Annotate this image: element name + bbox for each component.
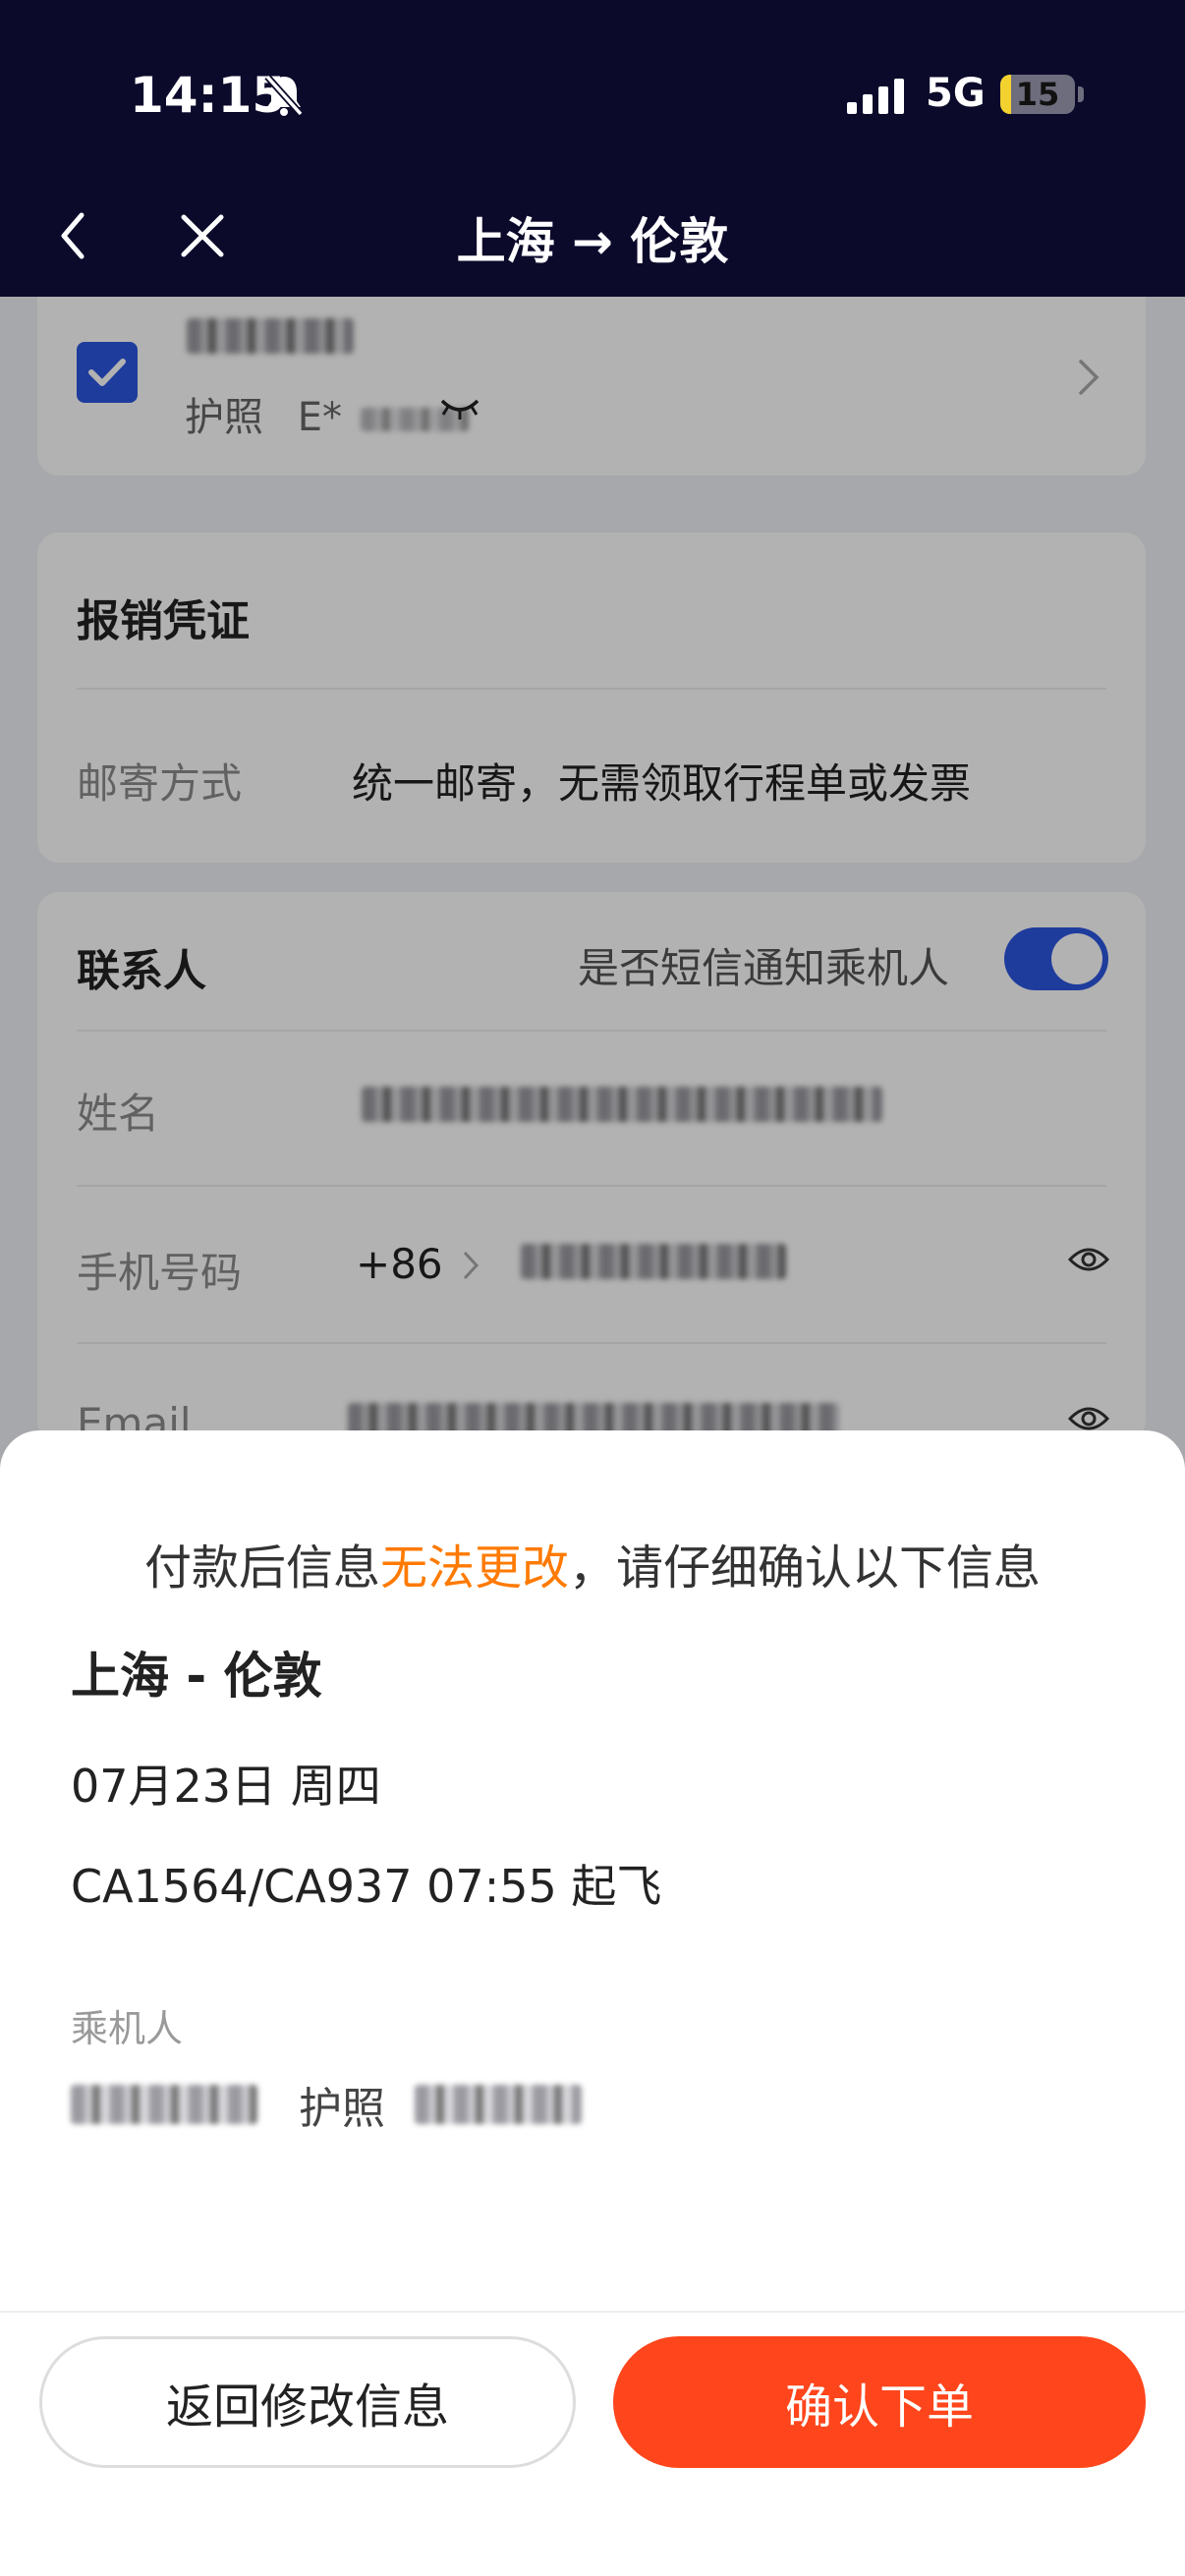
passenger-doc-type: 护照 (299, 2084, 385, 2134)
nav-bar: 上海 → 伦敦 (0, 177, 1185, 297)
confirm-order-button[interactable]: 确认下单 (613, 2336, 1146, 2468)
divider (0, 2311, 1185, 2313)
battery-level: 15 (1015, 76, 1060, 113)
signal-icon (847, 79, 904, 114)
warning-highlight: 无法更改 (379, 1540, 569, 1596)
passenger-doc-redacted (415, 2085, 582, 2124)
passenger-row: 护照 (71, 2073, 582, 2136)
warning-prefix: 付款后信息 (143, 1540, 380, 1596)
page-title: 上海 → 伦敦 (456, 213, 729, 270)
battery-tip (1078, 86, 1084, 102)
passenger-label: 乘机人 (71, 2007, 184, 2050)
flight-date: 07月23日 周四 (71, 1760, 381, 1813)
flight-info: CA1564/CA937 07:55 起飞 (71, 1860, 662, 1913)
confirm-sheet: 付款后信息无法更改，请仔细确认以下信息 上海 - 伦敦 07月23日 周四 CA… (0, 1430, 1185, 2576)
back-to-edit-button[interactable]: 返回修改信息 (39, 2336, 576, 2468)
passenger-name-redacted (71, 2085, 257, 2124)
warning-text: 付款后信息无法更改，请仔细确认以下信息 (0, 1529, 1185, 1597)
warning-suffix: ，请仔细确认以下信息 (569, 1540, 1042, 1596)
bell-muted-icon (264, 74, 304, 117)
status-bar: 14:15 5G 15 (0, 0, 1185, 177)
network-label: 5G (926, 71, 986, 116)
route-text: 上海 - 伦敦 (71, 1648, 322, 1705)
battery-icon: 15 (1000, 75, 1075, 114)
